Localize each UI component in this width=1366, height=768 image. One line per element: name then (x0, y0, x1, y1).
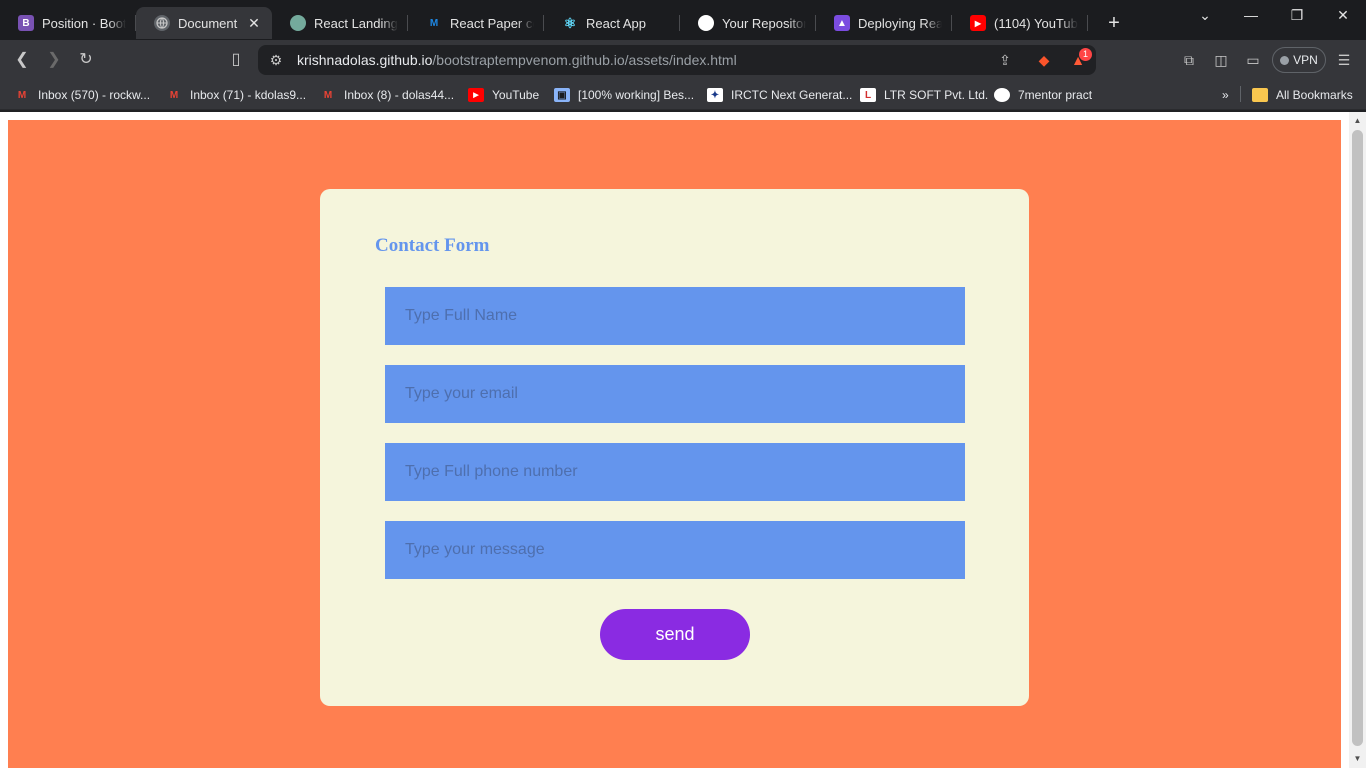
tab-label: (1104) YouTube (994, 15, 1078, 31)
form-title: Contact Form (375, 235, 490, 256)
brave-shields-icon[interactable]: ◆ (1032, 48, 1056, 72)
bookmark-item[interactable]: ▣ [100% working] Bes... (554, 85, 694, 105)
restore-icon[interactable]: ❐ (1274, 0, 1320, 30)
scroll-thumb[interactable] (1352, 130, 1363, 746)
phone-input[interactable] (385, 443, 965, 501)
tab-react-app[interactable]: ⚛ React App (544, 7, 680, 39)
rewards-badge: 1 (1079, 48, 1092, 61)
tab-label: Position · Bootstrap (42, 15, 126, 31)
github-icon (994, 88, 1010, 102)
youtube-icon: ▶ (970, 15, 986, 31)
tab-label: Your Repositories (722, 15, 806, 31)
tab-label: Deploying React (858, 15, 942, 31)
bookmarks-divider (1240, 86, 1241, 102)
vertical-scrollbar[interactable]: ▲ ▼ (1349, 112, 1366, 768)
bookmark-item[interactable]: M Inbox (71) - kdolas9... (166, 85, 306, 105)
github-icon (698, 15, 714, 31)
page-viewport: Contact Form send ▲ ▼ (0, 112, 1366, 768)
message-input[interactable] (385, 521, 965, 579)
tab-document[interactable]: Document ✕ (136, 7, 272, 39)
gmail-icon: M (17, 89, 27, 101)
bookmark-item[interactable]: ▶ YouTube (468, 85, 539, 105)
sidebar-icon[interactable]: ◫ (1209, 48, 1233, 72)
tab-strip: B Position · Bootstrap Document ✕ React … (0, 0, 1366, 40)
contact-form-card: Contact Form send (320, 189, 1029, 706)
share-icon[interactable]: ⇪ (993, 48, 1017, 72)
full-name-input[interactable] (385, 287, 965, 345)
bookmark-item[interactable]: M Inbox (8) - dolas44... (320, 85, 454, 105)
new-tab-button[interactable]: + (1100, 9, 1128, 37)
scroll-up-icon[interactable]: ▲ (1352, 116, 1363, 126)
tab-react-landing[interactable]: React Landing Page (272, 7, 408, 39)
bookmark-item[interactable]: M Inbox (570) - rockw... (14, 85, 150, 105)
wallet-icon[interactable]: ▭ (1241, 48, 1265, 72)
all-bookmarks-button[interactable]: All Bookmarks (1252, 85, 1353, 105)
irctc-icon: ✦ (707, 88, 723, 102)
bootstrap-icon: B (18, 15, 34, 31)
image-icon: ▣ (554, 88, 570, 102)
close-window-icon[interactable]: ✕ (1320, 0, 1366, 30)
extensions-icon[interactable]: ⧉ (1177, 48, 1201, 72)
youtube-icon: ▶ (468, 88, 484, 102)
mui-icon: M (429, 17, 439, 29)
rocket-icon: ▲ (834, 15, 850, 31)
minimize-icon[interactable]: — (1228, 0, 1274, 30)
tab-label: Document (178, 15, 238, 31)
gmail-icon: M (169, 89, 179, 101)
reload-icon[interactable]: ↻ (72, 46, 100, 74)
tab-deploying-react[interactable]: ▲ Deploying React (816, 7, 952, 39)
forward-icon[interactable]: ❯ (40, 46, 68, 74)
globe-icon (154, 15, 170, 31)
tab-label: React Paper component (450, 15, 534, 31)
menu-icon[interactable]: ☰ (1332, 48, 1356, 72)
folder-icon (1252, 88, 1268, 102)
close-tab-icon[interactable]: ✕ (246, 15, 262, 31)
email-input[interactable] (385, 365, 965, 423)
tab-youtube[interactable]: ▶ (1104) YouTube (952, 7, 1088, 39)
tab-search-icon[interactable]: ⌄ (1182, 0, 1228, 30)
ltr-icon: L (860, 88, 876, 102)
chatgpt-icon (290, 15, 306, 31)
back-icon[interactable]: ❮ (8, 46, 36, 74)
page-body: Contact Form send (8, 120, 1341, 768)
tab-bootstrap[interactable]: B Position · Bootstrap (0, 7, 136, 39)
bookmark-icon[interactable]: ▯ (222, 46, 250, 74)
bookmarks-overflow-button[interactable]: » (1222, 85, 1229, 105)
gmail-icon: M (323, 89, 333, 101)
scroll-down-icon[interactable]: ▼ (1352, 754, 1363, 764)
url-text[interactable]: krishnadolas.github.io/bootstraptempveno… (297, 52, 737, 68)
tab-react-paper[interactable]: M React Paper component (408, 7, 544, 39)
tab-label: React App (586, 15, 646, 31)
site-info-icon[interactable]: ⚙ (264, 48, 288, 72)
bookmark-item[interactable]: L LTR SOFT Pvt. Ltd. (860, 85, 988, 105)
tab-repositories[interactable]: Your Repositories (680, 7, 816, 39)
bookmark-item[interactable]: 7mentor pract (994, 85, 1092, 105)
vpn-label: VPN (1293, 53, 1318, 67)
react-icon: ⚛ (563, 14, 577, 31)
vpn-status-icon (1280, 55, 1290, 65)
bookmark-item[interactable]: ✦ IRCTC Next Generat... (707, 85, 852, 105)
tab-label: React Landing Page (314, 15, 398, 31)
send-button[interactable]: send (600, 609, 750, 660)
vpn-button[interactable]: VPN (1272, 47, 1326, 73)
